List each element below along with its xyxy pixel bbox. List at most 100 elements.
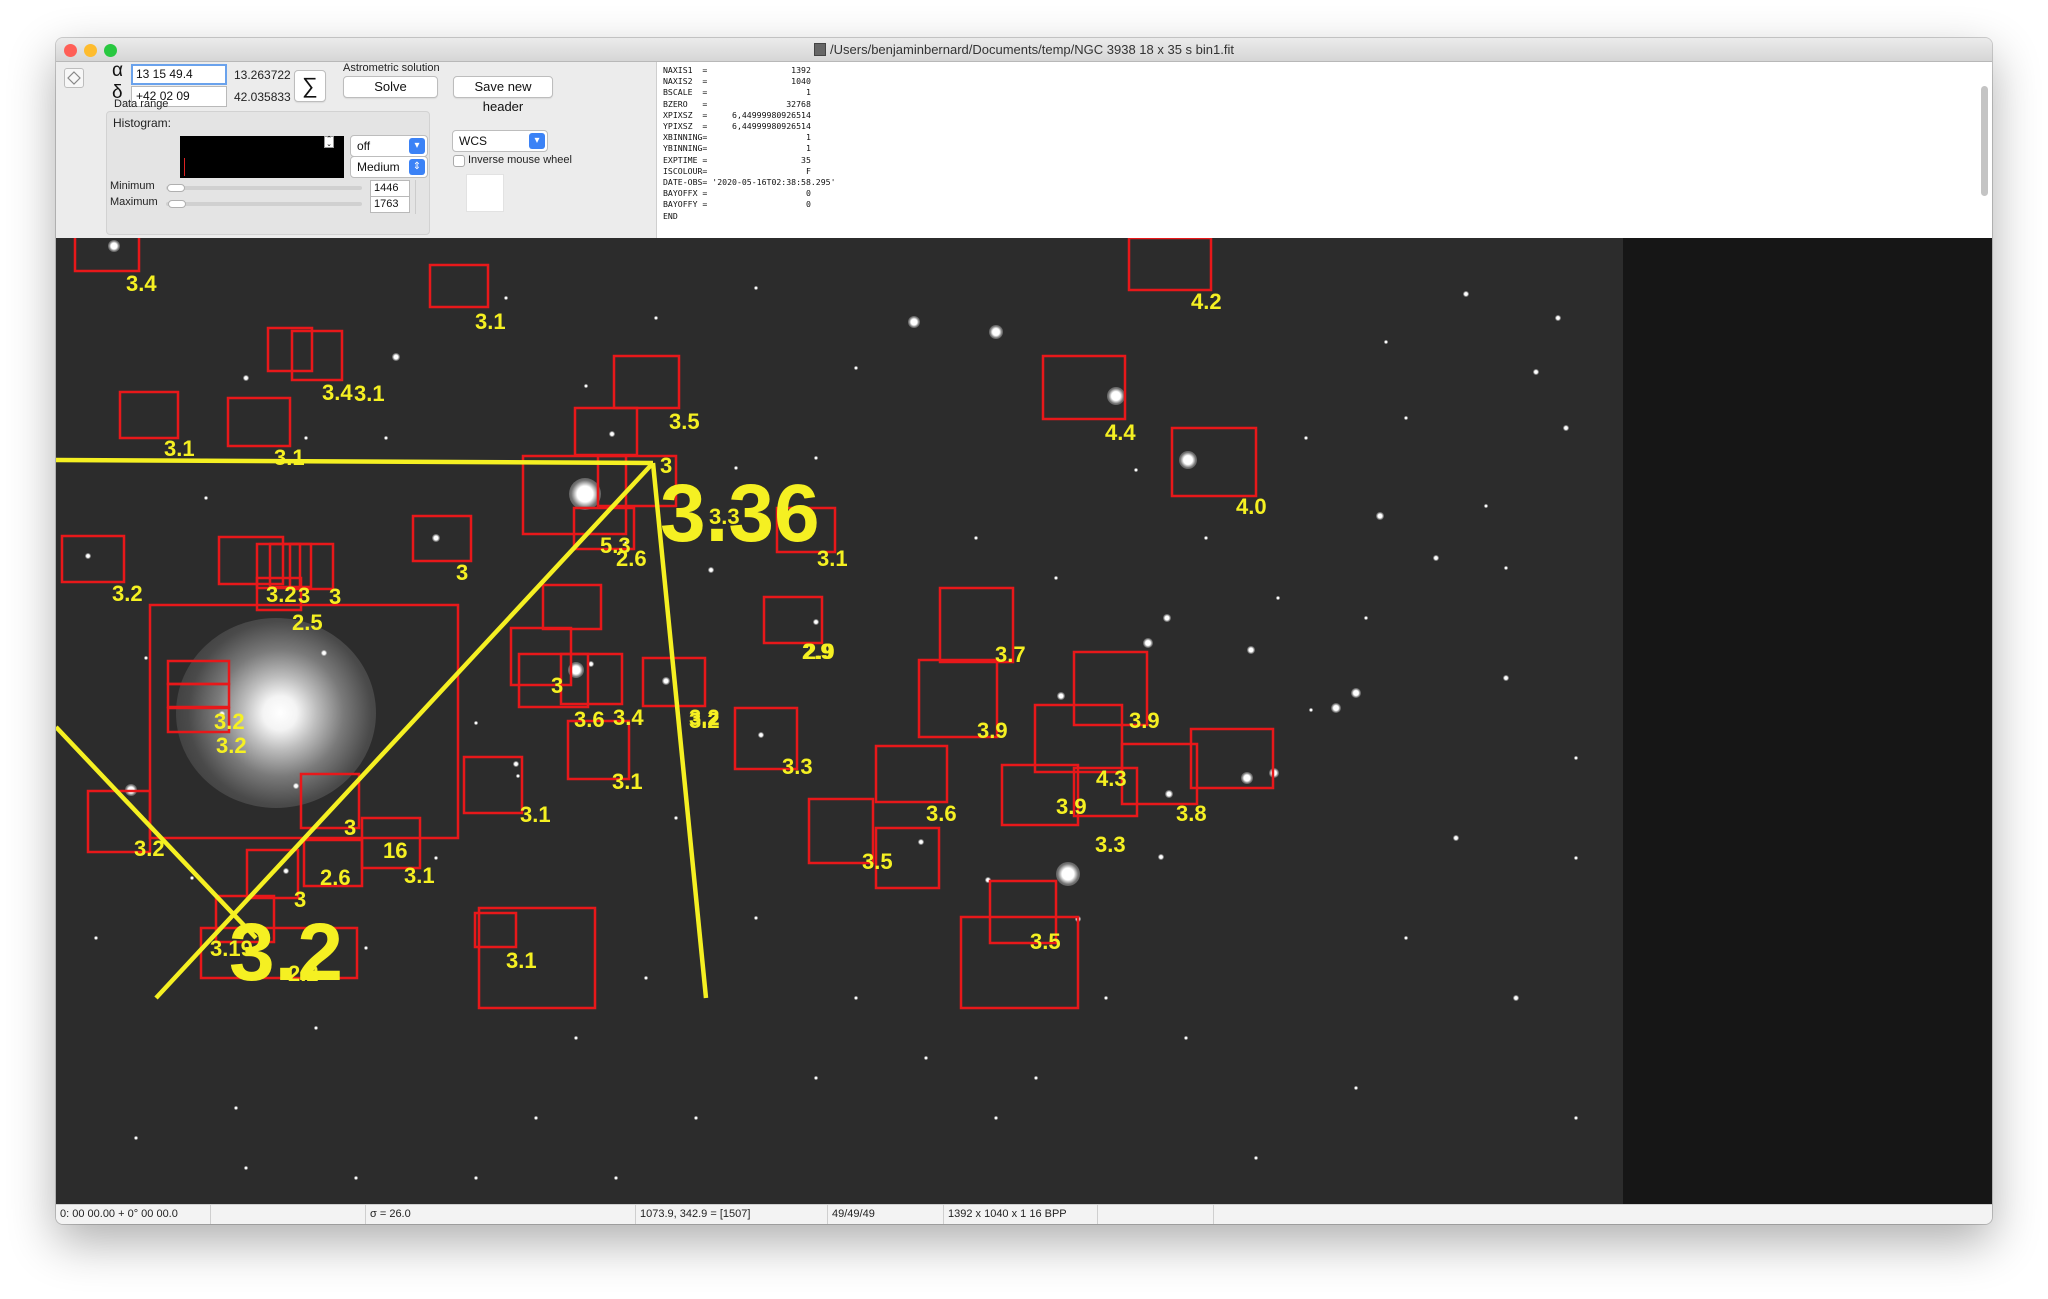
save-header-button[interactable]: Save new header <box>453 76 553 114</box>
minimum-label: Minimum <box>110 180 155 192</box>
detection-box <box>290 329 344 382</box>
hfd-label: 4.4 <box>1105 420 1136 445</box>
hfd-label: 3.1 <box>274 445 305 470</box>
minimum-value-input[interactable]: 1446 <box>370 180 410 197</box>
histogram-stepper[interactable]: ⌃ ⌄ <box>324 136 334 148</box>
fits-header-line: BZERO = 32768 <box>663 98 811 109</box>
hfd-label: 3.1 <box>817 546 848 571</box>
status-sigma: σ = 26.0 <box>366 1205 636 1224</box>
scale-select-value: off <box>357 139 371 153</box>
projection-select[interactable]: WCS ▾ <box>452 130 548 152</box>
hfd-label: 2.2 <box>288 961 319 986</box>
hfd-label: 3.2 <box>216 733 247 758</box>
hfd-label: 3.1 <box>404 863 435 888</box>
fits-header-line: YPIXSZ = 6,44999980926514 <box>663 121 811 132</box>
hfd-label: 3.3 <box>1095 832 1126 857</box>
preview-swatch <box>466 174 504 212</box>
hfd-label: 3.4 <box>322 380 353 405</box>
histogram-label: Histogram: <box>113 116 172 130</box>
hfd-label: 3.9 <box>1129 708 1160 733</box>
dec-decimal: 42.035833 <box>234 90 291 104</box>
diamond-icon <box>67 71 81 85</box>
sigma-icon: ∑ <box>302 73 318 98</box>
minimum-slider[interactable] <box>166 186 362 190</box>
fits-header-line: DATE-OBS= '2020-05-16T02:38:58.295' <box>663 177 836 188</box>
app-window: /Users/benjaminbernard/Documents/temp/NG… <box>56 38 1992 1224</box>
hfd-label: 3 <box>456 560 468 585</box>
status-empty-1 <box>211 1205 366 1224</box>
detection-box <box>462 755 524 815</box>
fits-header-panel[interactable]: NAXIS1 = 1392 NAXIS2 = 1040 BSCALE = 1 BZER… <box>656 62 1992 238</box>
window-title: /Users/benjaminbernard/Documents/temp/NG… <box>830 42 1234 57</box>
scale-select[interactable]: off ▾ <box>350 135 428 157</box>
hfd-label: 2.5 <box>292 610 323 635</box>
ra-input[interactable]: 13 15 49.4 <box>131 64 227 85</box>
inverse-wheel-checkbox[interactable] <box>453 155 465 167</box>
detection-box <box>477 906 597 1010</box>
hfd-label: 3 <box>298 583 310 608</box>
status-frames: 49/49/49 <box>828 1205 944 1224</box>
hfd-label: 16 <box>383 838 407 863</box>
detection-box <box>1033 703 1124 774</box>
detection-box <box>1120 742 1199 806</box>
hfd-label: 3.2 <box>214 709 245 734</box>
title-bar: /Users/benjaminbernard/Documents/temp/NG… <box>56 38 1992 62</box>
tri-wedge-line <box>56 725 258 940</box>
quality-select-value: Medium <box>357 160 400 174</box>
detection-box <box>411 514 473 563</box>
status-dimensions: 1392 x 1040 x 1 16 BPP <box>944 1205 1098 1224</box>
fits-header-line: BAYOFFY = 0 <box>663 199 811 210</box>
detection-box <box>166 659 231 686</box>
fits-header-line: BSCALE = 1 <box>663 87 811 98</box>
hfd-label: 3.2 <box>689 708 720 733</box>
detection-box <box>1041 354 1127 421</box>
range-stepper[interactable] <box>415 180 425 214</box>
window-title-group: /Users/benjaminbernard/Documents/temp/NG… <box>56 42 1992 57</box>
hfd-label: 2.9 <box>802 639 833 664</box>
status-bar: 0: 00 00.00 + 0° 00 00.0 σ = 26.0 1073.9… <box>56 1204 1992 1224</box>
fits-header-text: NAXIS1 = 1392 NAXIS2 = 1040 BSCALE = 1 BZER… <box>657 62 1992 222</box>
histogram-peak <box>184 158 185 176</box>
minimum-slider-knob[interactable] <box>167 184 185 192</box>
chevron-down-icon: ▾ <box>529 133 545 149</box>
hfd-label: 3 <box>329 584 341 609</box>
chevron-down-icon: ▾ <box>409 138 425 154</box>
detection-box <box>226 396 292 448</box>
hfd-label: 2.6 <box>616 546 647 571</box>
hfd-label: 3.1 <box>354 381 385 406</box>
fits-header-scrollbar[interactable] <box>1981 86 1988 196</box>
fits-header-line: BAYOFFX = 0 <box>663 188 811 199</box>
hfd-label: 2.6 <box>320 865 351 890</box>
detection-overlay: 3.43.13.4 3.13.1 3.14.23.5 4.434.03.363.33.… <box>56 238 1275 1010</box>
quality-select[interactable]: Medium ⇕ <box>350 156 428 178</box>
maximum-slider-knob[interactable] <box>168 200 186 208</box>
hfd-label: 3.5 <box>862 849 893 874</box>
fits-header-line: YBINNING= 1 <box>663 143 811 154</box>
hfd-label: 3.4 <box>126 271 157 296</box>
detection-box <box>612 354 681 410</box>
detection-box <box>541 583 603 631</box>
solve-button[interactable]: Solve <box>343 76 438 98</box>
detection-box <box>1127 238 1213 292</box>
fits-header-line: ISCOLOUR= F <box>663 165 811 176</box>
detection-box <box>118 390 180 440</box>
sum-button[interactable]: ∑ <box>294 70 326 102</box>
hfd-label: 3.2 <box>266 582 297 607</box>
fits-header-line: END <box>663 210 678 221</box>
hfd-label: 4.2 <box>1191 289 1222 314</box>
maximum-label: Maximum <box>110 196 158 208</box>
fits-header-line: NAXIS1 = 1392 <box>663 65 811 75</box>
maximum-slider[interactable] <box>166 202 362 206</box>
image-viewer[interactable]: 3.4 3.1 3.4 3.1 3.1 3.1 4.2 3.5 4.4 3 4.0 3.36 3.3 3.… <box>56 238 1992 1204</box>
maximum-value-input[interactable]: 1763 <box>370 196 410 213</box>
move-tool-button[interactable] <box>64 68 84 88</box>
hfd-label: 3 <box>551 673 563 698</box>
detection-box <box>266 326 314 373</box>
detection-box <box>428 263 490 309</box>
histogram-display <box>180 136 344 178</box>
detection-box <box>762 595 824 645</box>
hfd-label: 3.5 <box>1030 929 1061 954</box>
hfd-label: 3.3 <box>782 754 813 779</box>
hfd-label: 3.2 <box>112 581 143 606</box>
detection-box <box>874 744 949 804</box>
